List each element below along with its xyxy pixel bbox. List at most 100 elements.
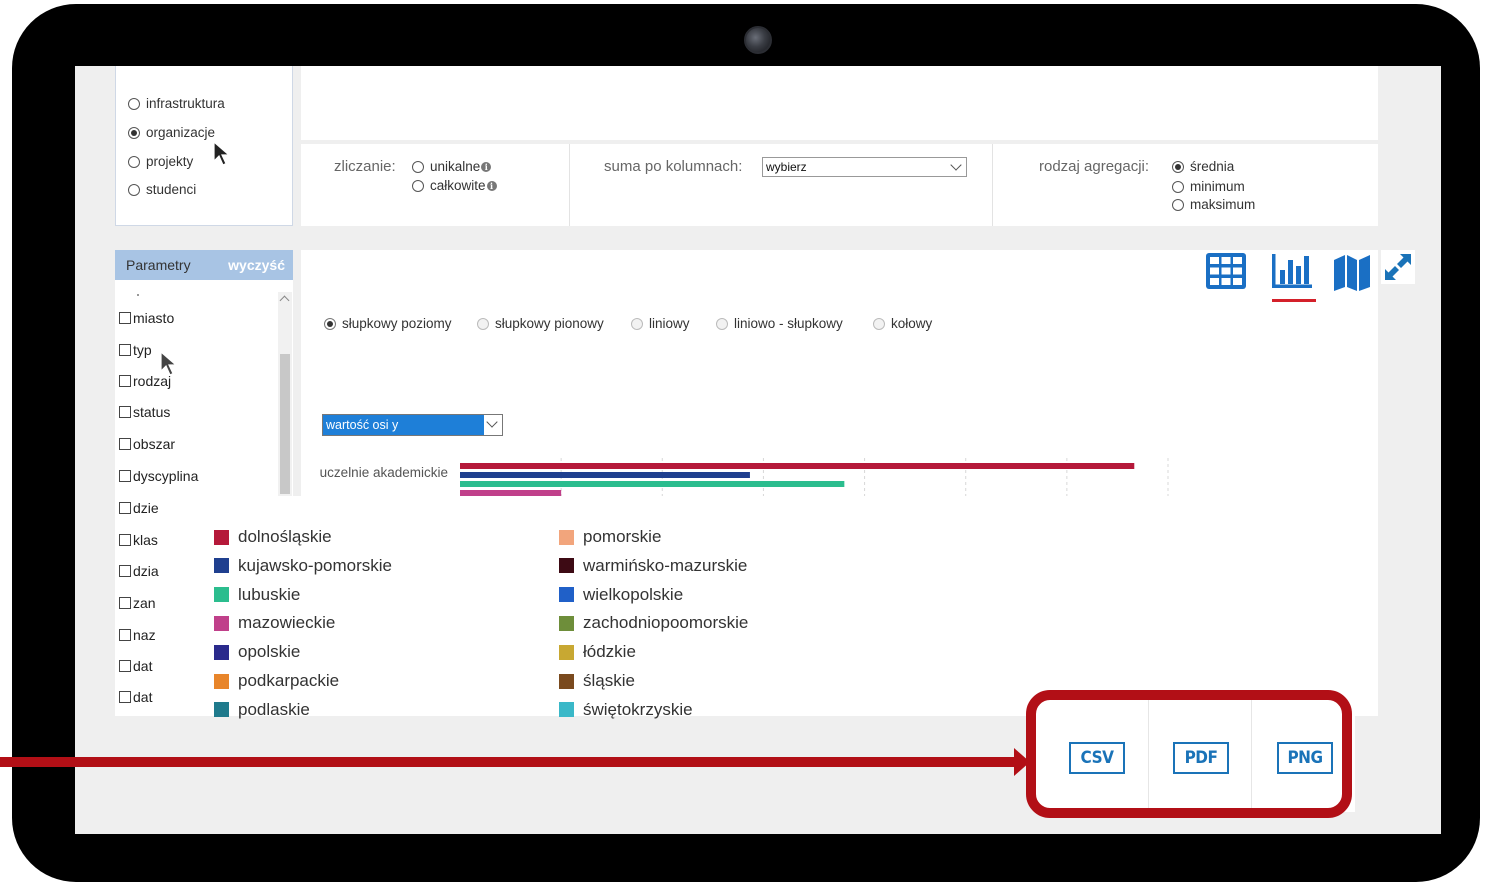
radio-minimum[interactable]: minimum (1172, 179, 1245, 194)
chart-type-vertical-bar[interactable]: słupkowy pionowy (477, 316, 604, 331)
radio-circle-selected[interactable] (324, 317, 336, 330)
clear-button[interactable]: wyczyść (228, 257, 285, 273)
chart-type-pie[interactable]: kołowy (873, 316, 932, 331)
info-icon[interactable]: i (486, 180, 497, 191)
checkbox[interactable] (119, 691, 131, 703)
chart-type-line[interactable]: liniowy (631, 316, 690, 331)
bar-lubuskie[interactable] (460, 481, 845, 487)
legend-item[interactable]: łódzkie (559, 642, 636, 662)
checkbox[interactable] (119, 597, 131, 609)
legend-swatch (559, 673, 574, 689)
chart-type-line-bar[interactable]: liniowo - słupkowy (716, 316, 843, 331)
param-dyscyplina[interactable]: dyscyplina (119, 468, 219, 484)
radio-circle[interactable] (128, 155, 140, 168)
radio-circle[interactable] (477, 317, 489, 330)
info-icon[interactable]: i (481, 161, 492, 172)
legend-item[interactable]: śląskie (559, 671, 635, 691)
legend-label: opolskie (238, 642, 301, 662)
chart-type-horizontal-bar[interactable]: słupkowy poziomy (324, 316, 452, 331)
bar-dolnośląskie[interactable] (460, 463, 1135, 469)
legend-item[interactable]: opolskie (214, 642, 300, 662)
checkbox[interactable] (119, 470, 131, 482)
legend-label: podkarpackie (238, 671, 340, 690)
radio-maksimum[interactable]: maksimum (1172, 197, 1255, 212)
scrollbar-thumb[interactable] (280, 354, 290, 494)
legend-label: łódzkie (583, 642, 636, 662)
table-view-icon[interactable] (1205, 252, 1247, 290)
param-label: dzie (133, 500, 159, 516)
checkbox[interactable] (119, 502, 131, 514)
legend-item[interactable]: świętokrzyskie (559, 700, 693, 720)
radio-circle[interactable] (873, 317, 885, 330)
radio-circle[interactable] (412, 160, 424, 173)
legend-item[interactable]: pomorskie (559, 527, 661, 547)
category-label: uczelnie akademickie (320, 465, 448, 480)
param-rodzaj[interactable]: rodzaj (119, 373, 199, 389)
legend-label: podlaskie (238, 699, 310, 719)
param-dat-1[interactable]: dat (119, 658, 159, 674)
legend-item[interactable]: kujawsko-pomorskie (214, 556, 392, 576)
export-highlight-box (1026, 690, 1352, 818)
param-dzie[interactable]: dzie (119, 500, 159, 516)
legend-label: zachodniopoomorskie (583, 613, 749, 633)
radio-circle[interactable] (412, 179, 424, 192)
checkbox[interactable] (119, 344, 131, 356)
checkbox[interactable] (119, 312, 131, 324)
legend-item[interactable]: mazowieckie (214, 613, 335, 633)
chevron-down-icon (486, 416, 498, 428)
checkbox[interactable] (119, 565, 131, 577)
counting-label: zliczanie: (334, 158, 396, 175)
radio-calkowite[interactable]: całkowite i (412, 178, 497, 193)
checkbox[interactable] (119, 438, 131, 450)
radio-unikalne[interactable]: unikalne i (412, 159, 492, 174)
legend-label: pomorskie (583, 527, 662, 546)
checkbox[interactable] (119, 660, 131, 672)
legend-item[interactable]: podkarpackie (214, 671, 339, 691)
param-dzia[interactable]: dzia (119, 563, 159, 579)
active-view-indicator (1272, 299, 1316, 302)
radio-circle-selected[interactable] (1172, 160, 1184, 173)
radio-circle[interactable] (128, 97, 140, 110)
param-label: typ (133, 342, 152, 358)
legend-item[interactable]: warmińsko-mazurskie (559, 556, 747, 576)
sum-select[interactable]: wybierz (762, 157, 967, 177)
legend-item[interactable]: dolnośląskie (214, 527, 332, 547)
param-naz[interactable]: naz (119, 627, 159, 643)
radio-infrastruktura[interactable]: infrastruktura (128, 96, 225, 111)
param-dat-2[interactable]: dat (119, 689, 159, 705)
param-miasto[interactable]: miasto (119, 310, 199, 326)
checkbox[interactable] (119, 629, 131, 641)
radio-circle[interactable] (716, 317, 728, 330)
legend-panel: dolnośląskie kujawsko-pomorskie lubuskie ma… (190, 496, 1358, 719)
legend-item[interactable]: lubuskie (214, 585, 300, 605)
radio-circle[interactable] (631, 317, 643, 330)
radio-circle[interactable] (1172, 198, 1184, 211)
radio-projekty[interactable]: projekty (128, 154, 193, 169)
radio-label: średnia (1190, 159, 1235, 174)
bar-kujawsko-pomorskie[interactable] (460, 472, 750, 478)
radio-organizacje[interactable]: organizacje (128, 125, 215, 140)
expand-icon[interactable] (1381, 250, 1415, 284)
param-obszar[interactable]: obszar (119, 436, 199, 452)
param-zan[interactable]: zan (119, 595, 159, 611)
checkbox[interactable] (119, 375, 131, 387)
radio-srednia[interactable]: średnia (1172, 159, 1234, 174)
radio-studenci[interactable]: studenci (128, 182, 196, 197)
param-typ[interactable]: typ (119, 342, 199, 358)
radio-circle[interactable] (1172, 180, 1184, 193)
bar-chart-view-icon[interactable] (1270, 252, 1314, 290)
legend-item[interactable]: zachodniopoomorskie (559, 613, 748, 633)
radio-label: minimum (1190, 179, 1245, 194)
legend-item[interactable]: podlaskie (214, 700, 310, 720)
legend-item[interactable]: wielkopolskie (559, 585, 683, 605)
param-status[interactable]: status (119, 404, 199, 420)
map-view-icon[interactable] (1332, 252, 1372, 292)
param-klas[interactable]: klas (119, 532, 159, 548)
radio-circle[interactable] (128, 183, 140, 196)
param-label: naz (133, 627, 156, 643)
y-axis-select[interactable]: wartość osi y (322, 414, 503, 436)
param-label: dzia (133, 563, 159, 579)
checkbox[interactable] (119, 534, 131, 546)
radio-circle-selected[interactable] (128, 126, 140, 139)
checkbox[interactable] (119, 406, 131, 418)
